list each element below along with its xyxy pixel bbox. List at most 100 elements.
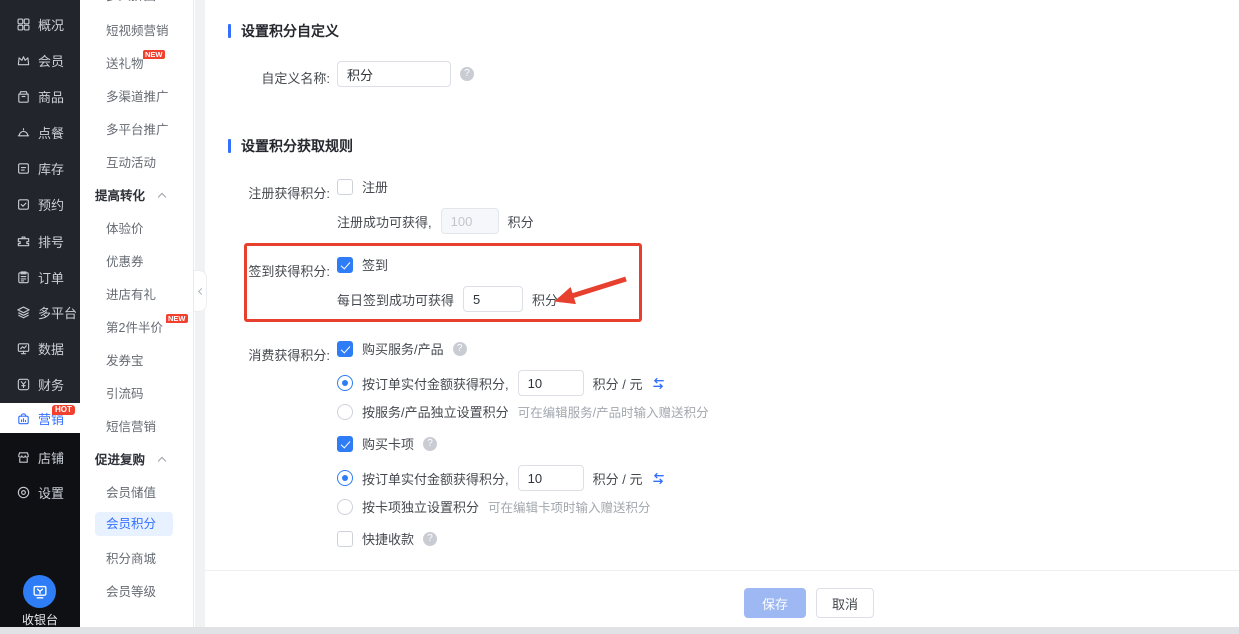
sidebar-item-data[interactable]: 数据 xyxy=(0,333,80,363)
sidebar-item-coupon[interactable]: 优惠券 xyxy=(80,250,194,274)
hot-badge: HOT xyxy=(52,405,75,415)
help-icon[interactable]: ? xyxy=(460,67,474,81)
card-checkbox-label: 购买卡项 xyxy=(362,434,414,453)
card-order-suffix: 积分 / 元 xyxy=(593,469,643,488)
consume-row-label: 消费获得积分: xyxy=(205,345,330,364)
sidebar-group-conversion[interactable]: 提高转化 xyxy=(80,184,194,208)
sidebar-item-members[interactable]: 会员 xyxy=(0,45,80,75)
card-order-radio[interactable] xyxy=(337,470,353,486)
card-independent-hint: 可在编辑卡项时输入赠送积分 xyxy=(488,497,651,516)
custom-name-input[interactable] xyxy=(337,61,451,87)
sidebar-item-label: 点餐 xyxy=(38,123,64,142)
sidebar-item-member-level[interactable]: 会员等级 xyxy=(80,580,194,604)
service-order-input[interactable] xyxy=(518,370,584,396)
service-independent-radio[interactable] xyxy=(337,404,353,420)
register-checkbox[interactable] xyxy=(337,179,353,195)
signin-amount-row: 每日签到成功可获得 积分 xyxy=(337,286,558,312)
signin-checkbox[interactable] xyxy=(337,257,353,273)
service-independent-hint: 可在编辑服务/产品时输入赠送积分 xyxy=(518,402,709,421)
register-row-label: 注册获得积分: xyxy=(205,183,330,202)
custom-name-row: ? xyxy=(337,61,474,87)
sidebar-item-second-half-price[interactable]: 第2件半价NEW xyxy=(80,316,194,340)
swap-arrows-icon[interactable] xyxy=(651,376,666,391)
sidebar-item-label: 多平台 xyxy=(38,303,77,322)
card-independent-label: 按卡项独立设置积分 xyxy=(362,497,479,516)
card-order-radio-label: 按订单实付金额获得积分, xyxy=(362,469,509,488)
sidebar-item-inventory[interactable]: 库存 xyxy=(0,153,80,183)
help-icon[interactable]: ? xyxy=(453,342,467,356)
sidebar-item-label: 商品 xyxy=(38,87,64,106)
sidebar-item-label: 排号 xyxy=(38,232,64,251)
sidebar-item-gift[interactable]: 送礼物NEW xyxy=(80,52,194,76)
section-bar xyxy=(228,24,231,38)
quick-pay-checkbox-row: 快捷收款 ? xyxy=(337,529,437,548)
sidebar-item-label: 财务 xyxy=(38,375,64,394)
cancel-button[interactable]: 取消 xyxy=(816,588,874,618)
cashier-button[interactable] xyxy=(23,575,56,608)
register-checkbox-label: 注册 xyxy=(362,177,388,196)
cloche-icon xyxy=(16,125,31,140)
calendar-check-icon xyxy=(16,197,31,212)
gear-icon xyxy=(16,485,31,500)
signin-checkbox-row: 签到 xyxy=(337,255,388,274)
sidebar-item-trial-price[interactable]: 体验价 xyxy=(80,217,194,241)
signin-amount-input[interactable] xyxy=(463,286,523,312)
section-title: 设置积分自定义 xyxy=(241,21,339,41)
sidebar-item-interactive[interactable]: 互动活动 xyxy=(80,151,194,175)
sidebar-item-short-video[interactable]: 短视频营销 xyxy=(80,19,194,43)
cashier-label: 收银台 xyxy=(0,611,80,628)
register-amount-suffix: 积分 xyxy=(508,212,534,231)
sidebar-item-multiplatform[interactable]: 多平台 xyxy=(0,297,80,327)
sidebar-item-label: 预约 xyxy=(38,195,64,214)
sidebar-item-multiplatform-promo[interactable]: 多平台推广 xyxy=(80,118,194,142)
footer-divider xyxy=(205,570,1239,571)
sidebar-item-points-mall[interactable]: 积分商城 xyxy=(80,547,194,571)
clipboard-icon xyxy=(16,270,31,285)
sidebar-item-clipped[interactable]: 多人拼团 xyxy=(80,0,194,8)
sidebar-collapse-handle[interactable] xyxy=(194,270,207,312)
sidebar-item-shop[interactable]: 店铺 xyxy=(0,442,80,472)
new-badge: NEW xyxy=(143,50,165,59)
sidebar-item-store-gift[interactable]: 进店有礼 xyxy=(80,283,194,307)
sidebar-item-appointments[interactable]: 预约 xyxy=(0,189,80,219)
save-button[interactable]: 保存 xyxy=(744,588,806,618)
secondary-sidebar: 多人拼团 短视频营销 送礼物NEW 多渠道推广 多平台推广 互动活动 提高转化 … xyxy=(80,0,194,627)
bag-icon xyxy=(16,411,31,426)
signin-checkbox-label: 签到 xyxy=(362,255,388,274)
sidebar-item-traffic-code[interactable]: 引流码 xyxy=(80,382,194,406)
inventory-icon xyxy=(16,161,31,176)
service-order-suffix: 积分 / 元 xyxy=(593,374,643,393)
sidebar-item-label: 店铺 xyxy=(38,448,64,467)
help-icon[interactable]: ? xyxy=(423,532,437,546)
service-checkbox[interactable] xyxy=(337,341,353,357)
card-checkbox[interactable] xyxy=(337,436,353,452)
sidebar-item-orders[interactable]: 订单 xyxy=(0,262,80,292)
sidebar-item-goods[interactable]: 商品 xyxy=(0,81,80,111)
sidebar-item-member-stored-value[interactable]: 会员储值 xyxy=(80,481,194,505)
sidebar-item-member-points[interactable]: 会员积分 xyxy=(95,512,173,536)
service-order-radio-label: 按订单实付金额获得积分, xyxy=(362,374,509,393)
ticket-icon xyxy=(16,234,31,249)
card-independent-radio[interactable] xyxy=(337,499,353,515)
sidebar-item-settings[interactable]: 设置 xyxy=(0,477,80,507)
help-icon[interactable]: ? xyxy=(423,437,437,451)
sidebar-item-finance[interactable]: 财务 xyxy=(0,369,80,399)
sidebar-item-overview[interactable]: 概况 xyxy=(0,9,80,39)
finance-icon xyxy=(16,377,31,392)
service-independent-radio-row: 按服务/产品独立设置积分 可在编辑服务/产品时输入赠送积分 xyxy=(337,402,709,421)
section-title: 设置积分获取规则 xyxy=(241,136,353,156)
service-checkbox-label: 购买服务/产品 xyxy=(362,339,444,358)
sidebar-item-sms[interactable]: 短信营销 xyxy=(80,415,194,439)
chevron-up-icon xyxy=(158,193,166,201)
sidebar-item-coupon-tool[interactable]: 发券宝 xyxy=(80,349,194,373)
sidebar-group-repurchase[interactable]: 促进复购 xyxy=(80,448,194,472)
card-order-input[interactable] xyxy=(518,465,584,491)
sidebar-item-queue[interactable]: 排号 xyxy=(0,226,80,256)
custom-name-label: 自定义名称: xyxy=(205,68,330,87)
service-order-radio[interactable] xyxy=(337,375,353,391)
sidebar-item-multichannel-promo[interactable]: 多渠道推广 xyxy=(80,85,194,109)
swap-arrows-icon[interactable] xyxy=(651,471,666,486)
quick-pay-checkbox[interactable] xyxy=(337,531,353,547)
sidebar-item-marketing[interactable]: 营销 HOT xyxy=(0,403,80,433)
sidebar-item-ordering[interactable]: 点餐 xyxy=(0,117,80,147)
